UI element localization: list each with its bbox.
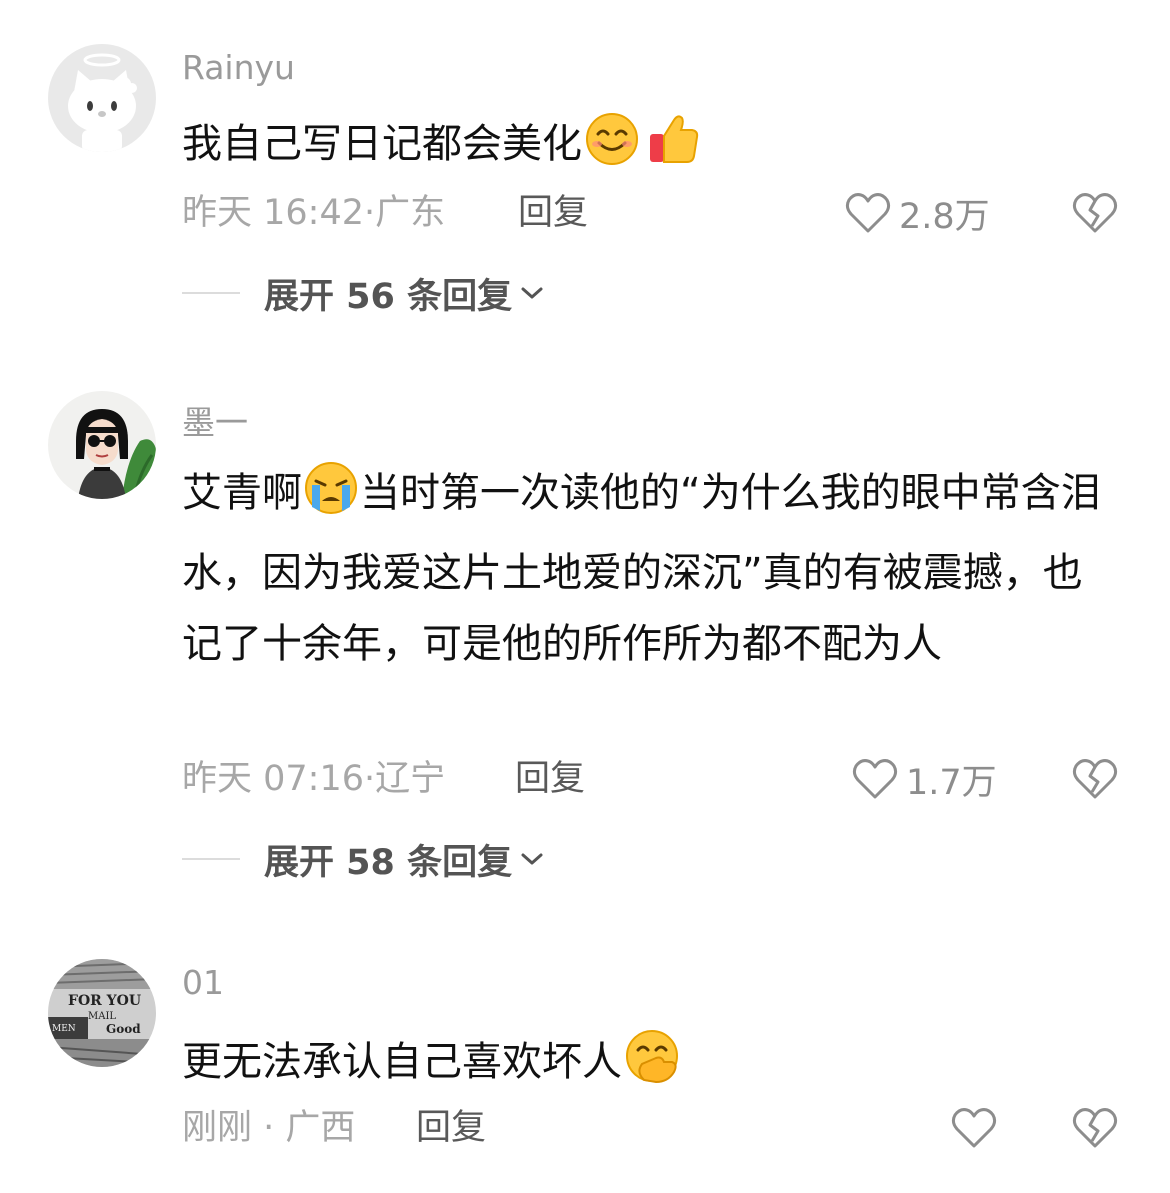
broken-heart-icon [1072,759,1118,799]
comment-meta: 昨天 07:16·辽宁 [182,756,445,802]
username[interactable]: Rainyu [182,48,295,87]
broken-heart-icon [1072,1108,1118,1148]
broken-heart-icon [1072,193,1118,233]
comment-location: 广西 [285,1108,356,1148]
avatar[interactable] [48,391,156,499]
hand-over-mouth-face-icon [622,1028,684,1099]
comment-text-body: 我自己写日记都会美化 [182,121,582,167]
avatar-text: Good [106,1022,141,1036]
comment-time: 昨天 07:16 [182,759,364,799]
heart-outline-icon [845,193,891,233]
comment-item: Rainyu 我自己写日记都会美化 昨天 16:42·广东 回复 2.8万 展开… [0,0,1170,340]
hello-kitty-avatar-icon [48,44,156,152]
woman-sunglasses-avatar-icon [48,391,156,499]
avatar-text: MAIL [88,1011,116,1022]
reply-button[interactable]: 回复 [515,756,585,802]
avatar[interactable] [48,44,156,152]
like-button[interactable]: 2.8万 [845,188,990,238]
divider-line [182,858,240,860]
comment-time: 刚刚 [182,1108,253,1148]
comment-location: 辽宁 [375,759,446,799]
dislike-button[interactable] [1071,1105,1119,1151]
heart-outline-icon [951,1108,997,1148]
comment-text: 我自己写日记都会美化 [182,112,1112,181]
comment-location: 广东 [375,193,446,233]
meta-separator: · [364,193,376,233]
heart-outline-icon [852,759,898,799]
meta-separator: · [252,1108,286,1148]
meta-separator: · [364,759,376,799]
like-button[interactable] [951,1103,1005,1153]
dislike-button[interactable] [1071,756,1119,802]
comment-text: 更无法承认自己喜欢坏人 [182,1028,1112,1099]
like-count: 1.7万 [906,762,997,803]
avatar-text: MEN [52,1024,76,1034]
divider-line [182,292,240,294]
like-count: 2.8万 [899,196,990,237]
smiling-face-icon [582,112,642,181]
expand-replies-label: 展开 58 条回复 [264,842,513,883]
username[interactable]: 01 [182,963,224,1002]
comment-item: 墨一 艾青啊 当时第一次读他的“为什么我的眼中常含泪水，因为我爱这片土地爱的深沉… [0,340,1170,920]
comment-text: 艾青啊 当时第一次读他的“为什么我的眼中常含泪水，因为我爱这片土地爱的深沉”真的… [182,458,1112,680]
comment-text-body: 更无法承认自己喜欢坏人 [182,1039,622,1085]
dislike-button[interactable] [1071,190,1119,236]
reply-button[interactable]: 回复 [518,190,588,236]
comment-time: 昨天 16:42 [182,193,364,233]
avatar-text: FOR YOU [68,993,141,1009]
comment-meta: 昨天 16:42·广东 [182,190,445,236]
like-button[interactable]: 1.7万 [852,754,997,804]
comment-meta: 刚刚 · 广西 [182,1105,355,1151]
reply-button[interactable]: 回复 [416,1105,486,1151]
avatar[interactable]: FOR YOU MAIL Good MEN [48,959,156,1067]
chevron-down-icon [521,287,543,299]
expand-replies-button[interactable]: 展开 56 条回复 [182,270,544,317]
thumbs-up-icon [642,112,702,181]
expand-replies-button[interactable]: 展开 58 条回复 [182,836,544,883]
newspaper-collage-avatar-icon: FOR YOU MAIL Good MEN [48,959,156,1067]
chevron-down-icon [521,853,543,865]
username[interactable]: 墨一 [182,396,248,444]
crying-face-icon [302,461,360,538]
comment-item: FOR YOU MAIL Good MEN 01 更无法承认自己喜欢坏人 刚刚 … [0,920,1170,1193]
comment-text-prefix: 艾青啊 [182,470,302,516]
expand-replies-label: 展开 56 条回复 [264,276,513,317]
